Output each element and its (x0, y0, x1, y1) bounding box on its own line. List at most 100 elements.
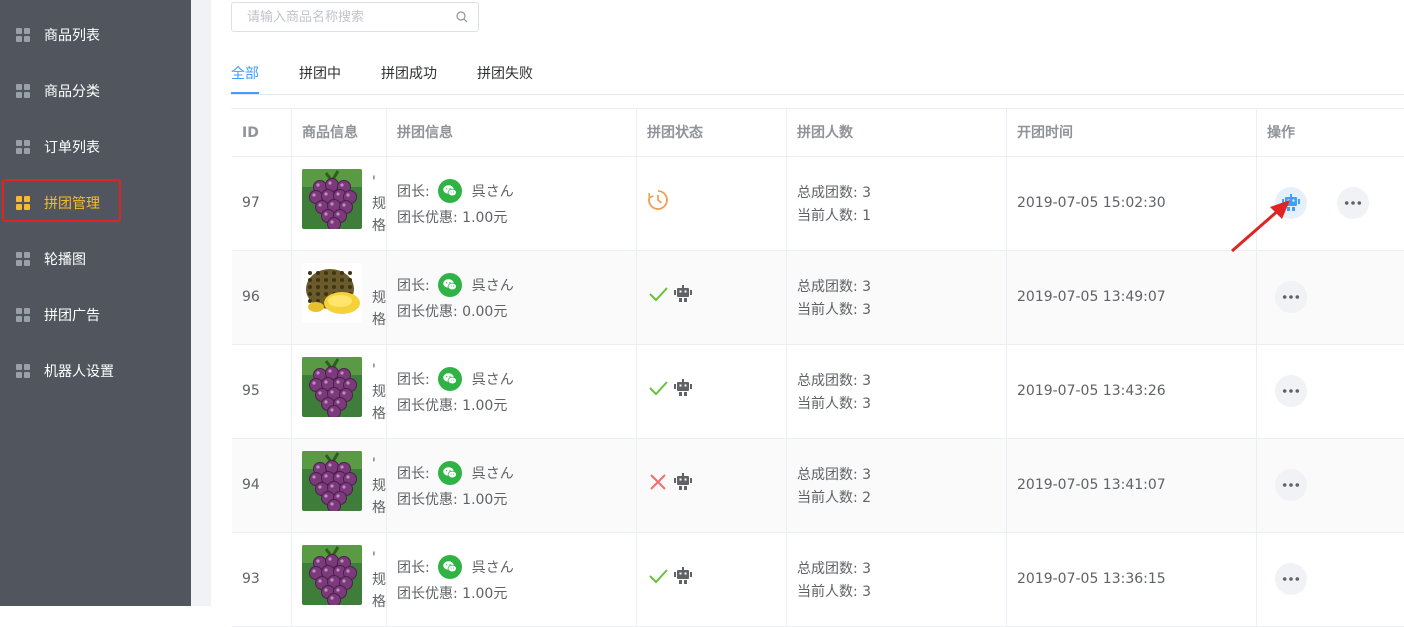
table-row: 95 ' 规格团长: 呉さん 团长优惠: 1.00元 总成团数: 3 当前人数: 3 2019… (232, 345, 1404, 439)
actions-cell (1257, 345, 1404, 438)
status-indicator (647, 283, 693, 305)
sidebar-item-group-management[interactable]: 拼团管理 (0, 175, 191, 231)
product-thumbnail (302, 451, 362, 511)
search-box (231, 2, 479, 32)
group-count-cell: 总成团数: 3 当前人数: 1 (787, 157, 1007, 250)
highlight-frame (2, 179, 121, 222)
tab-in-progress[interactable]: 拼团中 (299, 60, 341, 90)
row-id: 97 (242, 195, 260, 211)
sidebar-item-order-list[interactable]: 订单列表 (0, 119, 191, 175)
sidebar-item-group-ads[interactable]: 拼团广告 (0, 287, 191, 343)
more-button[interactable] (1275, 375, 1307, 407)
start-time: 2019-07-05 13:41:07 (1017, 477, 1166, 493)
cross-icon (650, 474, 666, 490)
more-button[interactable] (1275, 469, 1307, 501)
tab-success[interactable]: 拼团成功 (381, 60, 437, 90)
leader-line: 团长: 呉さん (397, 461, 514, 485)
more-button[interactable] (1337, 187, 1369, 219)
discount-label: 团长优惠: (397, 210, 458, 226)
product-spec-text: 格 (372, 594, 386, 610)
current-value: 3 (862, 302, 872, 318)
discount-label: 团长优惠: (397, 586, 458, 602)
leader-line: 团长: 呉さん (397, 367, 514, 391)
status-indicator (647, 565, 693, 587)
leader-label: 团长: (397, 184, 430, 200)
group-info-cell: 团长: 呉さん团长优惠: 1.00元 (387, 533, 637, 626)
grid-icon (16, 308, 30, 322)
product-cell: 规格 (292, 251, 387, 344)
robot-icon (1281, 193, 1301, 213)
wechat-icon (437, 367, 462, 391)
total-value: 3 (862, 185, 872, 201)
current-line: 当前人数: 3 (797, 299, 871, 319)
tabs-divider (231, 94, 1404, 95)
more-button[interactable] (1275, 563, 1307, 595)
sidebar-item-product-category[interactable]: 商品分类 (0, 63, 191, 119)
more-button[interactable] (1275, 281, 1307, 313)
grid-icon (16, 364, 30, 378)
table-header: ID 商品信息 拼团信息 拼团状态 拼团人数 开团时间 操作 (232, 109, 1404, 157)
total-value: 3 (862, 467, 872, 483)
header-group-info: 拼团信息 (387, 109, 637, 156)
table-row: 96 规格团长: 呉さん 团长优惠: 0.00元 总成团数: 3 当前人数: 3 2019-… (232, 251, 1404, 345)
discount-line: 团长优惠: 1.00元 (397, 489, 507, 509)
robot-icon (673, 284, 693, 304)
more-icon (1282, 388, 1300, 394)
grid-icon (16, 140, 30, 154)
sidebar-item-label: 机器人设置 (44, 364, 114, 380)
product-spec-text: 格 (372, 218, 386, 234)
product-cell: ' 规格 (292, 345, 387, 438)
clock-icon (648, 190, 668, 210)
sidebar-item-label: 商品列表 (44, 28, 100, 44)
discount-value: 1.00元 (462, 210, 508, 226)
group-info-cell: 团长: 呉さん 团长优惠: 1.00元 (387, 345, 637, 438)
leader-label: 团长: (397, 560, 430, 576)
product-spec-text: ' (372, 362, 376, 378)
start-time-cell: 2019-07-05 13:41:07 (1007, 439, 1257, 532)
tab-all[interactable]: 全部 (231, 60, 259, 94)
discount-line: 团长优惠: 1.00元 (397, 583, 507, 603)
product-spec-text: ' (372, 456, 376, 472)
current-label: 当前人数: (797, 302, 858, 318)
product-spec-text: 规 (372, 384, 386, 400)
header-product: 商品信息 (292, 109, 387, 156)
status-indicator (647, 471, 693, 493)
sidebar: 商品列表 商品分类 订单列表 拼团管理 轮播图 拼团广告 机器人设置 (0, 0, 191, 606)
more-icon (1282, 482, 1300, 488)
status-tabs: 全部 拼团中 拼团成功 拼团失败 (231, 60, 1404, 94)
group-count-cell: 总成团数: 3 当前人数: 3 (787, 533, 1007, 626)
product-spec-text: ' (372, 550, 376, 566)
leader-label: 团长: (397, 466, 430, 482)
product-thumbnail (302, 545, 362, 605)
sidebar-item-label: 订单列表 (44, 140, 100, 156)
table-row: 97 ' 规格团长: 呉さん 团长优惠: 1.00元 总成团数: 3 当前人数: 1 2019… (232, 157, 1404, 251)
discount-label: 团长优惠: (397, 398, 458, 414)
tab-failed[interactable]: 拼团失败 (477, 60, 533, 90)
product-spec-text: 格 (372, 312, 386, 328)
group-count-cell: 总成团数: 3 当前人数: 3 (787, 345, 1007, 438)
group-count-cell: 总成团数: 3 当前人数: 2 (787, 439, 1007, 532)
header-group-count: 拼团人数 (787, 109, 1007, 156)
robot-icon (673, 378, 693, 398)
row-id: 94 (242, 477, 260, 493)
total-value: 3 (862, 279, 872, 295)
robot-button[interactable] (1275, 187, 1307, 219)
check-icon (649, 287, 668, 302)
current-label: 当前人数: (797, 490, 858, 506)
search-input[interactable] (232, 3, 447, 31)
content-gutter (191, 0, 211, 606)
sidebar-item-robot-settings[interactable]: 机器人设置 (0, 343, 191, 399)
sidebar-item-product-list[interactable]: 商品列表 (0, 7, 191, 63)
discount-label: 团长优惠: (397, 492, 458, 508)
sidebar-item-carousel[interactable]: 轮播图 (0, 231, 191, 287)
discount-line: 团长优惠: 1.00元 (397, 207, 507, 227)
start-time-cell: 2019-07-05 13:49:07 (1007, 251, 1257, 344)
total-line: 总成团数: 3 (797, 276, 871, 296)
row-id: 93 (242, 571, 260, 587)
product-thumbnail (302, 263, 362, 323)
current-value: 3 (862, 584, 872, 600)
leader-line: 团长: 呉さん (397, 555, 514, 579)
current-value: 2 (862, 490, 872, 506)
search-icon[interactable] (456, 11, 468, 23)
current-line: 当前人数: 3 (797, 581, 871, 601)
